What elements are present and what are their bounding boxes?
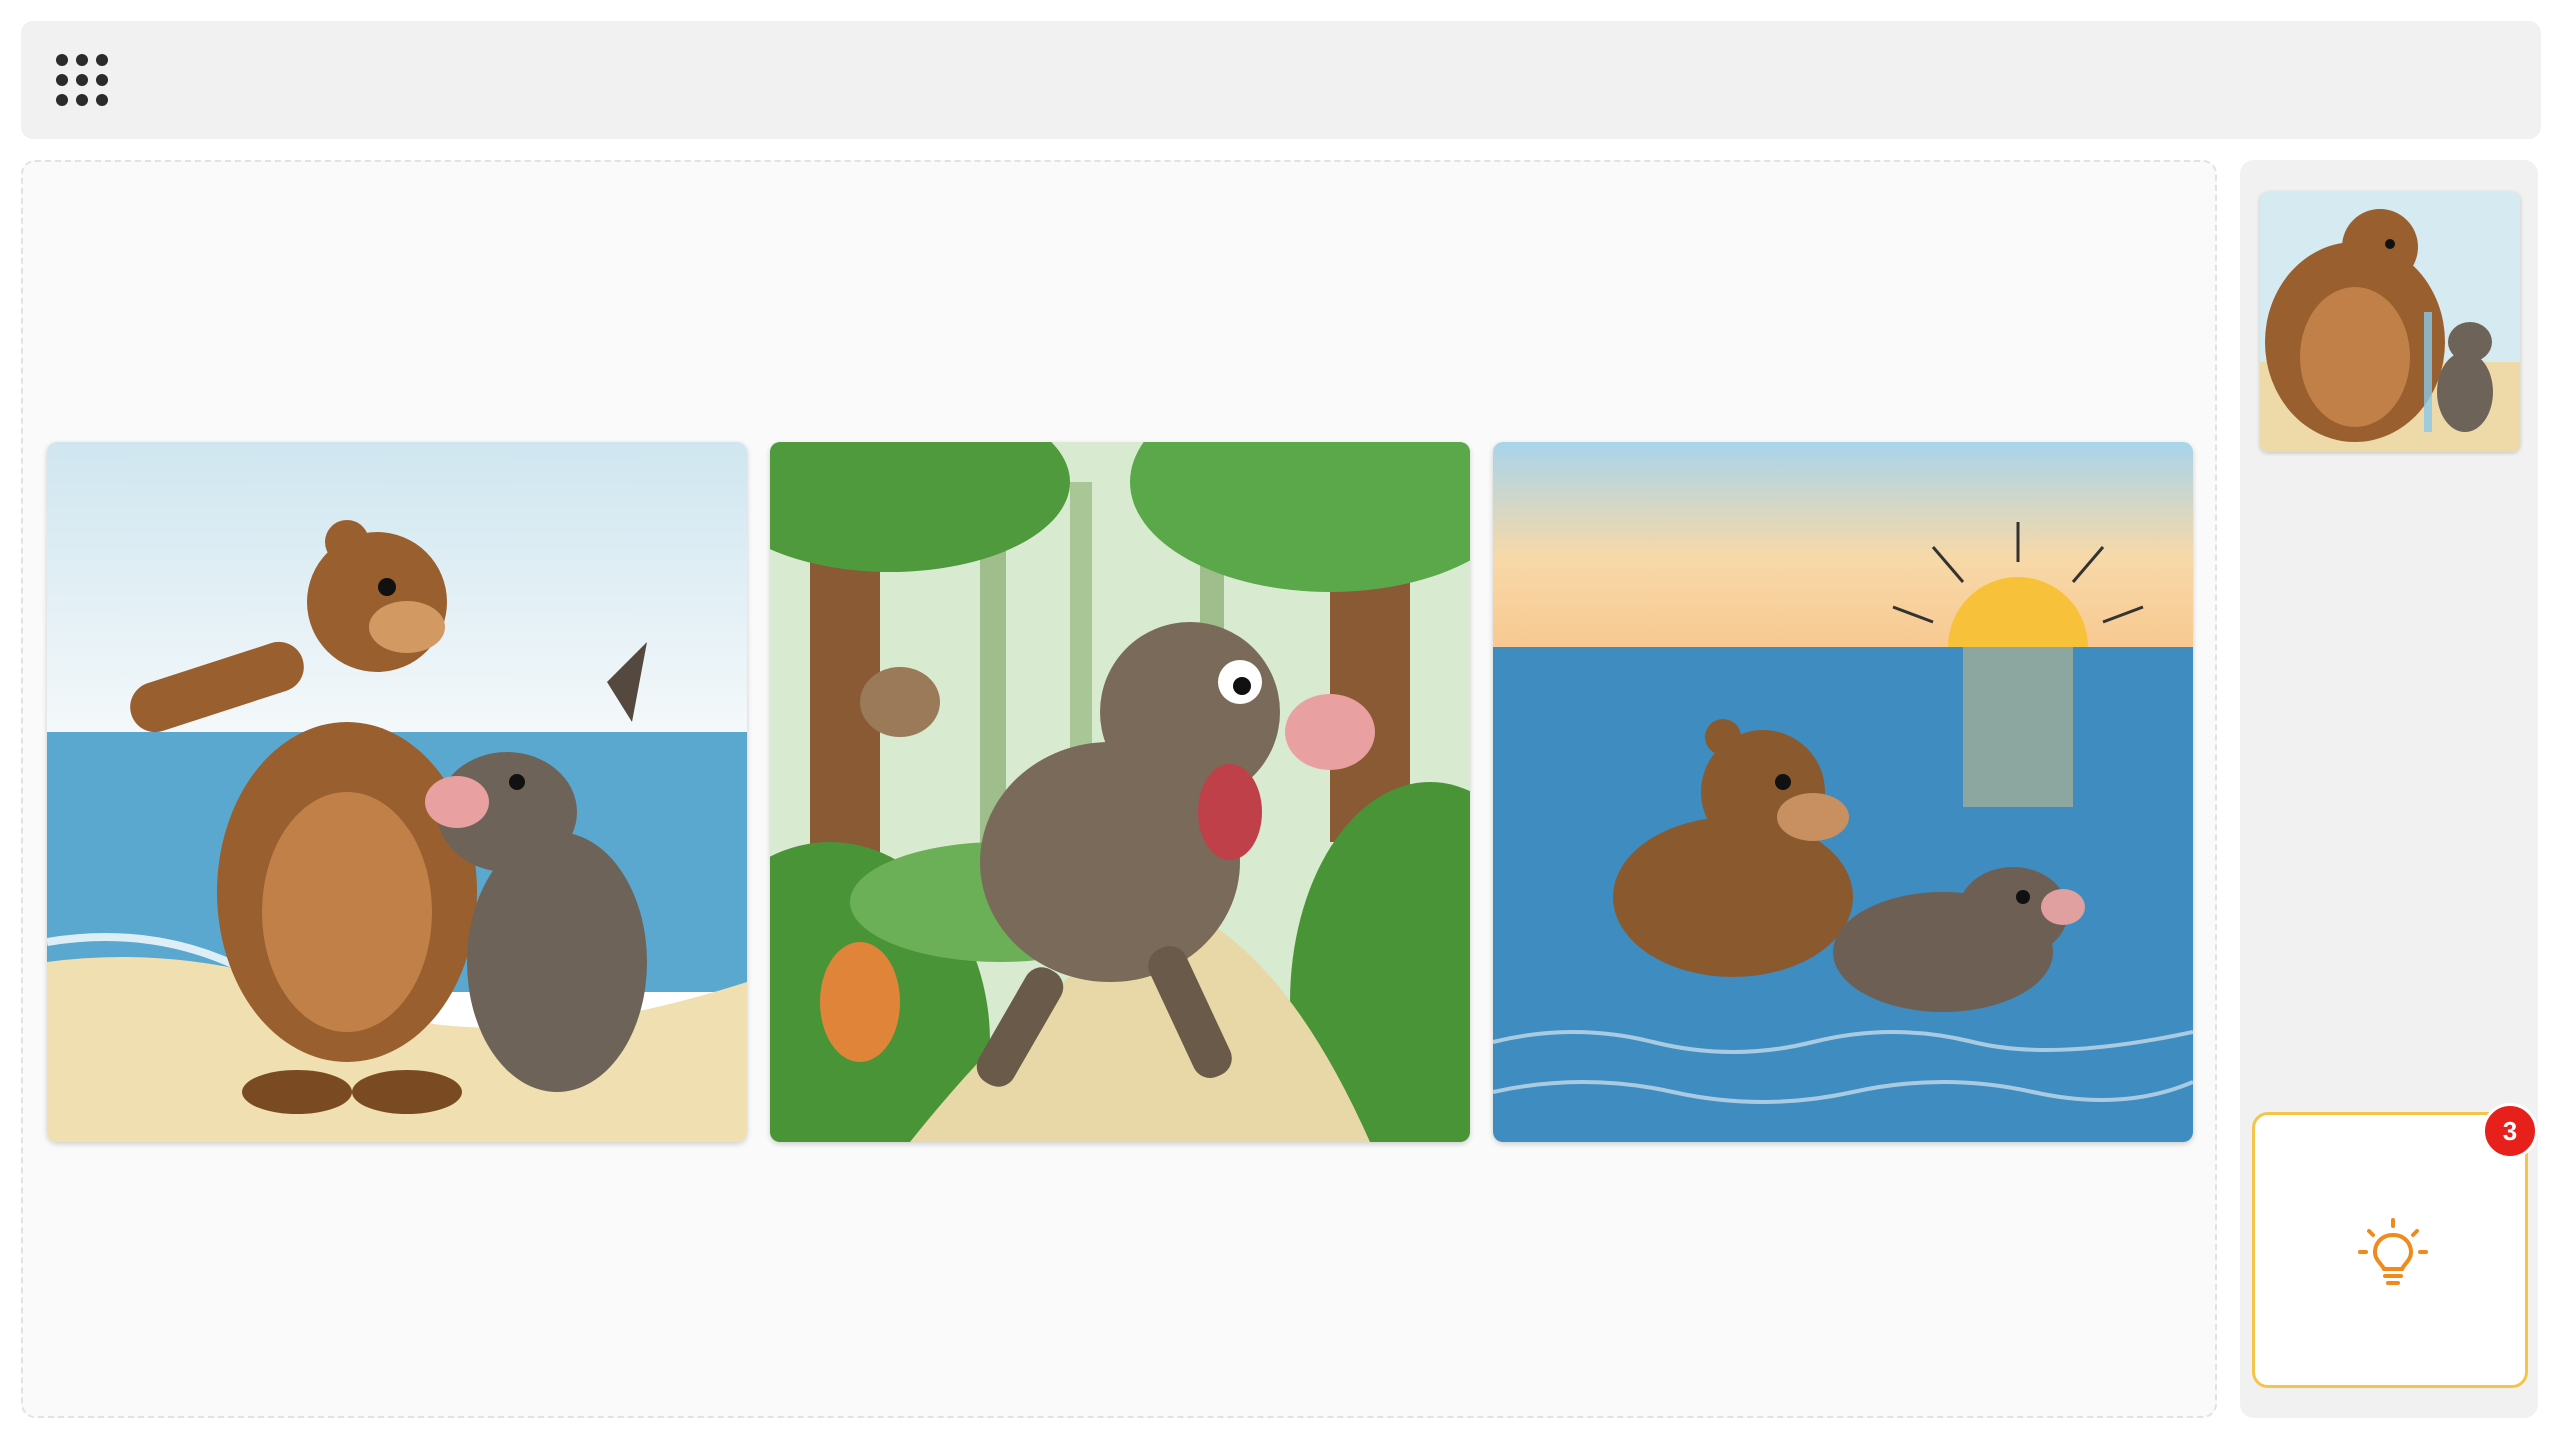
lightbulb-icon <box>2358 1218 2428 1285</box>
story-panel-2[interactable] <box>770 442 1470 1142</box>
beach-scene-image <box>47 442 747 1142</box>
thumbnail-image[interactable] <box>2260 192 2520 452</box>
forest-scene-image <box>770 442 1470 1142</box>
sunset-sea-scene-image <box>1493 442 2193 1142</box>
idea-button[interactable] <box>2252 1112 2528 1388</box>
story-canvas <box>21 160 2217 1418</box>
apps-grid-icon[interactable] <box>53 51 111 109</box>
bear-crying-thumbnail <box>2260 192 2520 452</box>
idea-count-badge: 3 <box>2482 1103 2538 1159</box>
story-panel-3[interactable] <box>1493 442 2193 1142</box>
top-toolbar <box>21 21 2541 139</box>
story-panel-1[interactable] <box>47 442 747 1142</box>
